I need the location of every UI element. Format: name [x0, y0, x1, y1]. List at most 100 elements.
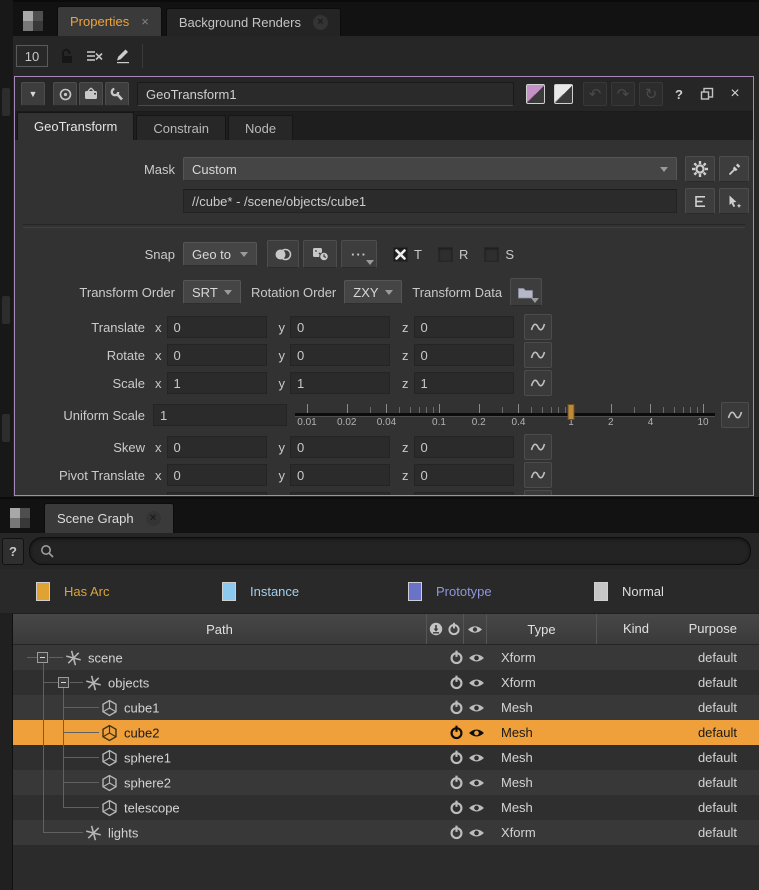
- node-name-field[interactable]: [137, 82, 514, 106]
- skew-curve-button[interactable]: [524, 434, 552, 460]
- mask-expression-field[interactable]: [183, 189, 677, 213]
- tab-node[interactable]: Node: [228, 115, 293, 140]
- mask-settings-button[interactable]: [685, 156, 715, 182]
- pivot-rotate-curve-button[interactable]: [524, 490, 552, 496]
- pivot-translate-y-field[interactable]: [290, 464, 390, 486]
- uniform-scale-slider[interactable]: 0.010.020.040.10.20.412410: [295, 400, 715, 430]
- splitter-handle[interactable]: [2, 414, 10, 442]
- row-power-toggle[interactable]: [447, 750, 465, 765]
- row-power-toggle[interactable]: [447, 650, 465, 665]
- tab-scene-graph[interactable]: Scene Graph ×: [44, 503, 174, 533]
- table-row-sphere1[interactable]: sphere1Meshdefault: [13, 745, 759, 770]
- gl-color-swatch[interactable]: [554, 84, 573, 104]
- search-box[interactable]: [29, 537, 751, 565]
- tab-geotransform[interactable]: GeoTransform: [17, 112, 134, 140]
- float-panel-button[interactable]: [695, 82, 719, 106]
- max-panels-field[interactable]: 10: [16, 45, 48, 67]
- undo-button[interactable]: ↶: [583, 82, 607, 106]
- pane-menu-icon[interactable]: [23, 11, 43, 31]
- table-row-telescope[interactable]: telescopeMeshdefault: [13, 795, 759, 820]
- row-power-toggle[interactable]: [447, 725, 465, 740]
- rotation-order-dropdown[interactable]: ZXY: [344, 280, 402, 304]
- rotate-curve-button[interactable]: [524, 342, 552, 368]
- settings-wrench-button[interactable]: [105, 82, 129, 106]
- revert-button[interactable]: ↻: [639, 82, 663, 106]
- snap-geo-button[interactable]: [267, 240, 299, 268]
- collapse-panel-button[interactable]: ▼: [21, 82, 45, 106]
- table-row-objects[interactable]: objectsXformdefault: [13, 670, 759, 695]
- skew-z-field[interactable]: [414, 436, 514, 458]
- transform-order-dropdown[interactable]: SRT: [183, 280, 241, 304]
- lock-icon[interactable]: [58, 47, 76, 65]
- column-purpose[interactable]: Purpose: [675, 614, 759, 644]
- scenegraph-browse-button[interactable]: [685, 188, 715, 214]
- rotate-y-field[interactable]: [290, 344, 390, 366]
- splitter-handle[interactable]: [2, 88, 10, 116]
- node-color-swatch[interactable]: [526, 84, 545, 104]
- table-row-cube1[interactable]: cube1Meshdefault: [13, 695, 759, 720]
- snap-checkbox-r[interactable]: [438, 247, 453, 262]
- column-kind[interactable]: Kind: [596, 614, 675, 644]
- pivot-translate-z-field[interactable]: [414, 464, 514, 486]
- column-load-state[interactable]: [426, 614, 445, 644]
- mask-eyedropper-button[interactable]: [719, 156, 749, 182]
- mask-dropdown[interactable]: Custom: [183, 157, 677, 181]
- column-path[interactable]: Path: [13, 622, 426, 637]
- help-button[interactable]: ?: [667, 82, 691, 106]
- scenegraph-help-button[interactable]: ?: [2, 538, 24, 565]
- column-visibility[interactable]: [463, 614, 486, 644]
- tree-expander[interactable]: [37, 652, 48, 663]
- translate-curve-button[interactable]: [524, 314, 552, 340]
- row-visibility-toggle[interactable]: [465, 827, 487, 839]
- tab-constrain[interactable]: Constrain: [136, 115, 226, 140]
- skew-y-field[interactable]: [290, 436, 390, 458]
- pick-from-viewer-button[interactable]: [719, 188, 749, 214]
- center-node-button[interactable]: [53, 82, 77, 106]
- search-input[interactable]: [61, 543, 740, 560]
- table-row-lights[interactable]: lightsXformdefault: [13, 820, 759, 845]
- skew-x-field[interactable]: [167, 436, 267, 458]
- table-row-scene[interactable]: sceneXformdefault: [13, 645, 759, 670]
- scale-y-field[interactable]: [290, 372, 390, 394]
- pivot-translate-x-field[interactable]: [167, 464, 267, 486]
- close-icon[interactable]: ×: [313, 15, 328, 30]
- row-visibility-toggle[interactable]: [465, 777, 487, 789]
- snap-checkbox-t[interactable]: [393, 247, 408, 262]
- scale-x-field[interactable]: [167, 372, 267, 394]
- translate-y-field[interactable]: [290, 316, 390, 338]
- row-power-toggle[interactable]: [447, 700, 465, 715]
- snap-more-button[interactable]: ···: [341, 240, 377, 268]
- translate-z-field[interactable]: [414, 316, 514, 338]
- row-power-toggle[interactable]: [447, 775, 465, 790]
- transform-data-button[interactable]: [510, 278, 542, 306]
- row-power-toggle[interactable]: [447, 825, 465, 840]
- table-row-sphere2[interactable]: sphere2Meshdefault: [13, 770, 759, 795]
- tab-background-renders[interactable]: Background Renders ×: [166, 8, 341, 36]
- pane-menu-icon[interactable]: [10, 508, 30, 528]
- slider-handle[interactable]: [567, 404, 574, 420]
- close-icon[interactable]: ×: [146, 511, 161, 526]
- rotate-z-field[interactable]: [414, 344, 514, 366]
- row-visibility-toggle[interactable]: [465, 677, 487, 689]
- tab-properties[interactable]: Properties ×: [57, 6, 162, 36]
- pivot-translate-curve-button[interactable]: [524, 462, 552, 488]
- translate-x-field[interactable]: [167, 316, 267, 338]
- scale-curve-button[interactable]: [524, 370, 552, 396]
- redo-button[interactable]: ↷: [611, 82, 635, 106]
- row-visibility-toggle[interactable]: [465, 752, 487, 764]
- clear-panels-icon[interactable]: [86, 49, 104, 64]
- pivot-rotate-y-field[interactable]: [290, 492, 390, 496]
- tree-expander[interactable]: [58, 677, 69, 688]
- row-visibility-toggle[interactable]: [465, 702, 487, 714]
- column-type[interactable]: Type: [486, 614, 596, 644]
- uniform-scale-curve-button[interactable]: [721, 402, 749, 428]
- scale-z-field[interactable]: [414, 372, 514, 394]
- close-panel-button[interactable]: ×: [723, 82, 747, 106]
- row-visibility-toggle[interactable]: [465, 652, 487, 664]
- pivot-rotate-x-field[interactable]: [167, 492, 267, 496]
- table-row-cube2[interactable]: cube2Meshdefault: [13, 720, 759, 745]
- left-splitter-strip[interactable]: [0, 0, 14, 497]
- row-visibility-toggle[interactable]: [465, 727, 487, 739]
- snap-history-button[interactable]: [303, 240, 337, 268]
- row-visibility-toggle[interactable]: [465, 802, 487, 814]
